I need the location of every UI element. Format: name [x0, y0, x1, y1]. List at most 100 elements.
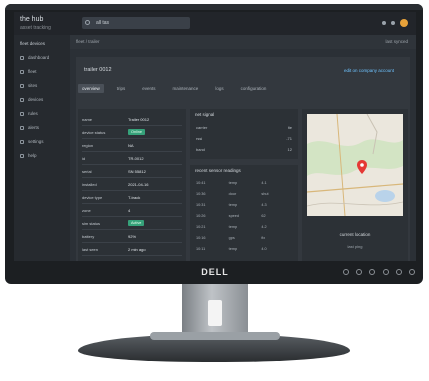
help-icon[interactable]	[391, 21, 395, 25]
sidebar-item-label: help	[28, 153, 37, 158]
breadcrumb[interactable]: fleet / trailer	[76, 35, 100, 49]
table-row[interactable]: 10:16 gps fix	[196, 236, 294, 240]
sidebar-item-label: rules	[28, 111, 38, 116]
sidebar-item-help[interactable]: help	[20, 153, 37, 158]
tab-events[interactable]: events	[138, 84, 159, 93]
table-cell: 4.2	[261, 225, 267, 229]
network-row: band 12	[196, 147, 292, 152]
breadcrumb-bar: fleet / trailer last synced	[70, 35, 416, 49]
details-row: zone 4	[82, 204, 182, 217]
details-row: battery 92%	[82, 230, 182, 243]
table-cell: gps	[228, 236, 235, 240]
monitor-button-icon[interactable]	[395, 269, 402, 275]
table-row[interactable]: 10:31 temp 4.3	[196, 203, 294, 207]
details-key: installed	[82, 181, 97, 187]
tab-configuration[interactable]: configuration	[237, 84, 271, 93]
tab-maintenance[interactable]: maintenance	[169, 84, 203, 93]
sidebar-item-dashboard[interactable]: dashboard	[20, 55, 49, 60]
details-value: 4	[128, 207, 131, 213]
table-row[interactable]: 10:21 temp 4.2	[196, 225, 294, 229]
network-key: carrier	[196, 125, 208, 130]
sidebar-item-settings[interactable]: settings	[20, 139, 44, 144]
sidebar-item-label: fleet	[28, 69, 37, 74]
power-button-icon[interactable]	[408, 269, 415, 275]
monitor-stand-base-highlight	[150, 332, 280, 340]
notification-icon[interactable]	[382, 21, 386, 25]
table-cell: fix	[261, 236, 266, 240]
monitor-button-icon[interactable]	[382, 269, 389, 275]
table-cell: temp	[228, 225, 238, 229]
brand-subtitle: asset tracking	[20, 25, 51, 31]
tab-trips[interactable]: trips	[113, 84, 130, 93]
tab-bar: overview trips events maintenance logs c…	[78, 82, 408, 94]
table-row[interactable]: 10:11 temp 4.0	[196, 247, 294, 251]
details-value: 2 min ago	[128, 246, 146, 252]
network-card: net signal carrier lte rssi -71 band 12	[190, 109, 298, 159]
map-graphic	[307, 114, 403, 216]
search-icon	[85, 20, 90, 25]
monitor-controls	[343, 266, 415, 278]
edit-link[interactable]: edit on company account	[344, 68, 394, 73]
network-value: lte	[287, 125, 292, 130]
details-key: zone	[82, 207, 91, 213]
table-row[interactable]: 10:41 temp 4.1	[196, 181, 294, 185]
details-value: Trailer 0012	[128, 116, 150, 122]
alerts-icon	[20, 125, 24, 130]
details-row: region NA	[82, 139, 182, 152]
monitor-logo: DELL	[201, 267, 229, 277]
fleet-icon	[20, 69, 24, 74]
tab-overview[interactable]: overview	[78, 83, 104, 93]
sidebar-item-devices[interactable]: devices	[20, 97, 43, 102]
sites-icon	[20, 83, 24, 88]
app-brand[interactable]: the hub asset tracking	[20, 16, 80, 32]
avatar[interactable]	[400, 19, 408, 27]
network-value: -71	[286, 136, 292, 141]
table-cell: 4.0	[261, 247, 267, 251]
monitor-screen: the hub asset tracking all tas fleet dev…	[14, 12, 416, 261]
table-cell: temp	[228, 203, 238, 207]
monitor-stand-cable-slot	[208, 300, 222, 326]
sidebar-header: fleet devices	[20, 41, 46, 46]
details-value: TR-0012	[128, 155, 144, 161]
dashboard-icon	[20, 55, 24, 60]
details-value: T-track	[128, 194, 141, 200]
details-key: sim status	[82, 220, 101, 226]
map-label: current location	[339, 232, 371, 237]
location-map[interactable]	[307, 114, 403, 216]
tab-logs[interactable]: logs	[211, 84, 227, 93]
details-card: name Trailer 0012 device status Online regio…	[78, 109, 186, 261]
network-key: rssi	[196, 136, 203, 141]
details-key: device type	[82, 194, 103, 200]
table-cell: 10:16	[196, 236, 206, 240]
monitor-button-icon[interactable]	[356, 269, 363, 275]
table-cell: temp	[228, 247, 238, 251]
sidebar-item-rules[interactable]: rules	[20, 111, 38, 116]
monitor-button-icon[interactable]	[369, 269, 376, 275]
sidebar-item-alerts[interactable]: alerts	[20, 125, 39, 130]
app-top-bar: the hub asset tracking all tas	[14, 12, 416, 35]
sidebar-item-sites[interactable]: sites	[20, 83, 37, 88]
table-row[interactable]: 10:26 speed 62	[196, 214, 294, 218]
status-badge: Active	[128, 220, 145, 226]
details-row: last seen 2 min ago	[82, 243, 182, 256]
details-row: name Trailer 0012	[82, 113, 182, 126]
details-value: SN 55812	[128, 168, 146, 174]
table-cell: 10:41	[196, 181, 206, 185]
search-input[interactable]: all tas	[82, 17, 190, 29]
search-value: all tas	[96, 20, 110, 26]
details-value: 2021-04-16	[128, 181, 149, 187]
sync-status: last synced	[385, 39, 408, 44]
monitor-button-icon[interactable]	[343, 269, 349, 275]
details-row: id TR-0012	[82, 152, 182, 165]
sidebar-item-fleet[interactable]: fleet	[20, 69, 37, 74]
network-row: carrier lte	[196, 125, 292, 130]
sidebar-item-label: dashboard	[28, 55, 50, 60]
details-key: region	[82, 142, 94, 148]
details-row: device type T-track	[82, 191, 182, 204]
table-row[interactable]: 10:36 door shut	[196, 192, 294, 196]
details-row: device status Online	[82, 126, 182, 139]
network-row: rssi -71	[196, 136, 292, 141]
table-cell: 62	[261, 214, 266, 218]
table-cell: 10:11	[196, 247, 206, 251]
sidebar: fleet devices dashboard fleet sites devi…	[14, 35, 70, 261]
